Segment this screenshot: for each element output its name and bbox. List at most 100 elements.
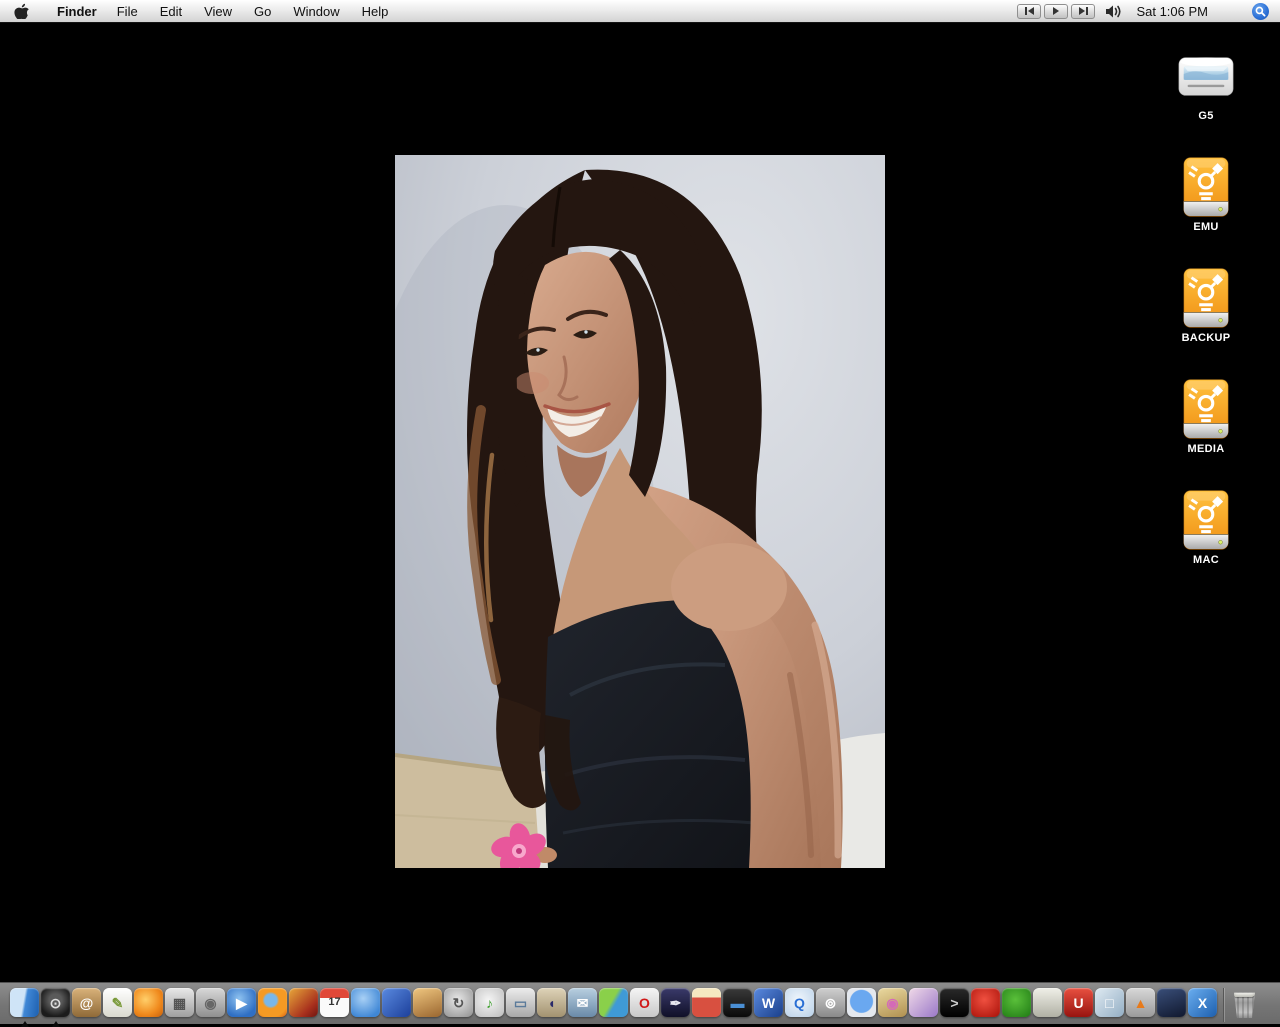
- dock-item-ink-pen[interactable]: ✒: [660, 988, 691, 1025]
- dock-item-x11[interactable]: X: [1187, 988, 1218, 1025]
- dock-item-vlc[interactable]: ▲: [1125, 988, 1156, 1025]
- drive-media[interactable]: MEDIA: [1156, 379, 1256, 455]
- apple-menu-icon[interactable]: [14, 3, 30, 19]
- dock-item-toast[interactable]: [1032, 988, 1063, 1025]
- magnet-icon: U: [1064, 988, 1093, 1017]
- menu-window[interactable]: Window: [282, 4, 350, 19]
- dock-item-terminal[interactable]: >: [939, 988, 970, 1025]
- drive-label: BACKUP: [1182, 332, 1231, 344]
- comic-life-icon: [909, 988, 938, 1017]
- camera-bag-icon: [1157, 988, 1186, 1017]
- menu-bar-right: Sat 1:06 PM: [1014, 3, 1280, 20]
- psp-icon: ▬: [723, 988, 752, 1017]
- dock-item-macmame[interactable]: ◖: [536, 988, 567, 1025]
- dock-item-safari[interactable]: [846, 988, 877, 1025]
- map-app-icon: ◉: [878, 988, 907, 1017]
- dock-item-isync[interactable]: ↻: [443, 988, 474, 1025]
- x11-icon: X: [1188, 988, 1217, 1017]
- dock-item-iphoto[interactable]: [412, 988, 443, 1025]
- dock-item-mail[interactable]: ✉: [567, 988, 598, 1025]
- psp-glyph: ▬: [731, 996, 745, 1010]
- satellite-dish-icon: ⊚: [816, 988, 845, 1017]
- dock-item-firefox[interactable]: [257, 988, 288, 1025]
- popcorn-icon: [692, 988, 721, 1017]
- dock-item-word[interactable]: W: [753, 988, 784, 1025]
- vlc-icon: ▲: [1126, 988, 1155, 1017]
- menu-help[interactable]: Help: [351, 4, 400, 19]
- dock-item-satellite-dish[interactable]: ⊚: [815, 988, 846, 1025]
- dock-item-cube-stack[interactable]: □: [1094, 988, 1125, 1025]
- dock-items: ⊙ @ ✎ ▦ ◉ ▶ 17 ↻ ♪▭◖ ✉ O ✒ ▬ WQ ⊚ ◉ > U □ ▲ X: [9, 988, 1218, 1025]
- dock-item-quicktime[interactable]: Q: [784, 988, 815, 1025]
- app-menu-finder[interactable]: Finder: [48, 4, 106, 19]
- red-creature-icon: [971, 988, 1000, 1017]
- ichat-icon: [351, 988, 380, 1017]
- dock-item-imovie[interactable]: [381, 988, 412, 1025]
- spotlight-icon[interactable]: [1252, 3, 1269, 20]
- dvd-player-glyph: ◉: [204, 996, 216, 1010]
- isync-icon: ↻: [444, 988, 473, 1017]
- address-book-glyph: @: [80, 996, 94, 1010]
- photo-illustration: [395, 155, 885, 868]
- cocktail-icon: [289, 988, 318, 1017]
- dock-item-trash[interactable]: [1229, 988, 1260, 1025]
- firewire-drive-icon: [1175, 268, 1237, 328]
- dock-item-camera-bag[interactable]: [1156, 988, 1187, 1025]
- dock-item-textedit[interactable]: ✎: [102, 988, 133, 1025]
- dock-item-finder[interactable]: [9, 988, 40, 1025]
- dock-item-comic-life[interactable]: [908, 988, 939, 1025]
- media-previous-button[interactable]: [1017, 4, 1041, 19]
- desktop[interactable]: Finder File Edit View Go Window Help: [0, 0, 1280, 1024]
- dock-item-ical[interactable]: 17: [319, 988, 350, 1025]
- ink-pen-glyph: ✒: [670, 996, 682, 1010]
- drive-backup[interactable]: BACKUP: [1156, 268, 1256, 344]
- media-play-button[interactable]: [1044, 4, 1068, 19]
- x11-glyph: X: [1198, 996, 1207, 1010]
- dock-item-msn-messenger[interactable]: [598, 988, 629, 1025]
- dock-item-dashboard[interactable]: ⊙: [40, 988, 71, 1025]
- dock-item-psp[interactable]: ▬: [722, 988, 753, 1025]
- firewire-drive-icon: [1175, 490, 1237, 550]
- dock-item-green-creature[interactable]: [1001, 988, 1032, 1025]
- quicktime-glyph: Q: [794, 996, 805, 1010]
- dock-item-itunes[interactable]: ♪: [474, 988, 505, 1025]
- dock-item-map-app[interactable]: ◉: [877, 988, 908, 1025]
- dock-item-opera[interactable]: O: [629, 988, 660, 1025]
- dock-item-red-creature[interactable]: [970, 988, 1001, 1025]
- media-next-button[interactable]: [1071, 4, 1095, 19]
- menu-edit[interactable]: Edit: [149, 4, 193, 19]
- drive-label: MAC: [1193, 554, 1219, 566]
- dock-item-fetch[interactable]: [133, 988, 164, 1025]
- drive-emu[interactable]: EMU: [1156, 157, 1256, 233]
- opera-glyph: O: [639, 996, 650, 1010]
- dock-item-windows-media-player[interactable]: ▶: [226, 988, 257, 1025]
- fetch-icon: [134, 988, 163, 1017]
- dock-item-address-book[interactable]: @: [71, 988, 102, 1025]
- menu-go[interactable]: Go: [243, 4, 282, 19]
- dock-item-popcorn[interactable]: [691, 988, 722, 1025]
- menu-bar-clock[interactable]: Sat 1:06 PM: [1136, 4, 1208, 19]
- dock-item-grab-device[interactable]: ▭: [505, 988, 536, 1025]
- menu-view[interactable]: View: [193, 4, 243, 19]
- dock-item-ichat[interactable]: [350, 988, 381, 1025]
- dock-item-calculator[interactable]: ▦: [164, 988, 195, 1025]
- running-indicator: [21, 1021, 29, 1027]
- drive-label: MEDIA: [1188, 443, 1225, 455]
- toast-icon: [1033, 988, 1062, 1017]
- drive-g5[interactable]: G5: [1156, 46, 1256, 122]
- dock-item-dvd-player[interactable]: ◉: [195, 988, 226, 1025]
- dock-item-cocktail[interactable]: [288, 988, 319, 1025]
- volume-icon[interactable]: [1105, 4, 1123, 19]
- menu-file[interactable]: File: [106, 4, 149, 19]
- ical-glyph: 17: [328, 997, 340, 1008]
- imovie-icon: [382, 988, 411, 1017]
- mail-glyph: ✉: [577, 996, 589, 1010]
- previous-triangle-icon: [1028, 7, 1034, 15]
- trash-icon: [1232, 990, 1257, 1018]
- drive-mac[interactable]: MAC: [1156, 490, 1256, 566]
- msn-messenger-icon: [599, 988, 628, 1017]
- isync-glyph: ↻: [453, 996, 465, 1010]
- grab-device-icon: ▭: [506, 988, 535, 1017]
- dock-item-magnet[interactable]: U: [1063, 988, 1094, 1025]
- cube-stack-glyph: □: [1105, 996, 1113, 1010]
